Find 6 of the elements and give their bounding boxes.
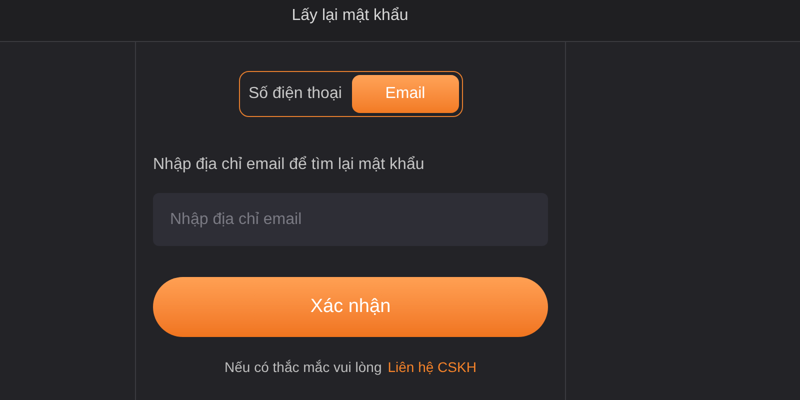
field-label: Nhập địa chỉ email để tìm lại mật khẩu (153, 155, 426, 175)
page-title: Lấy lại mật khẩu (292, 6, 408, 26)
help-text: Nếu có thắc mắc vui lòng (224, 358, 382, 377)
tab[interactable]: Số điện thoại (242, 75, 348, 113)
email-field[interactable]: Nhập địa chỉ email (153, 193, 548, 246)
support-link[interactable]: Liên hệ CSKH (388, 357, 476, 378)
